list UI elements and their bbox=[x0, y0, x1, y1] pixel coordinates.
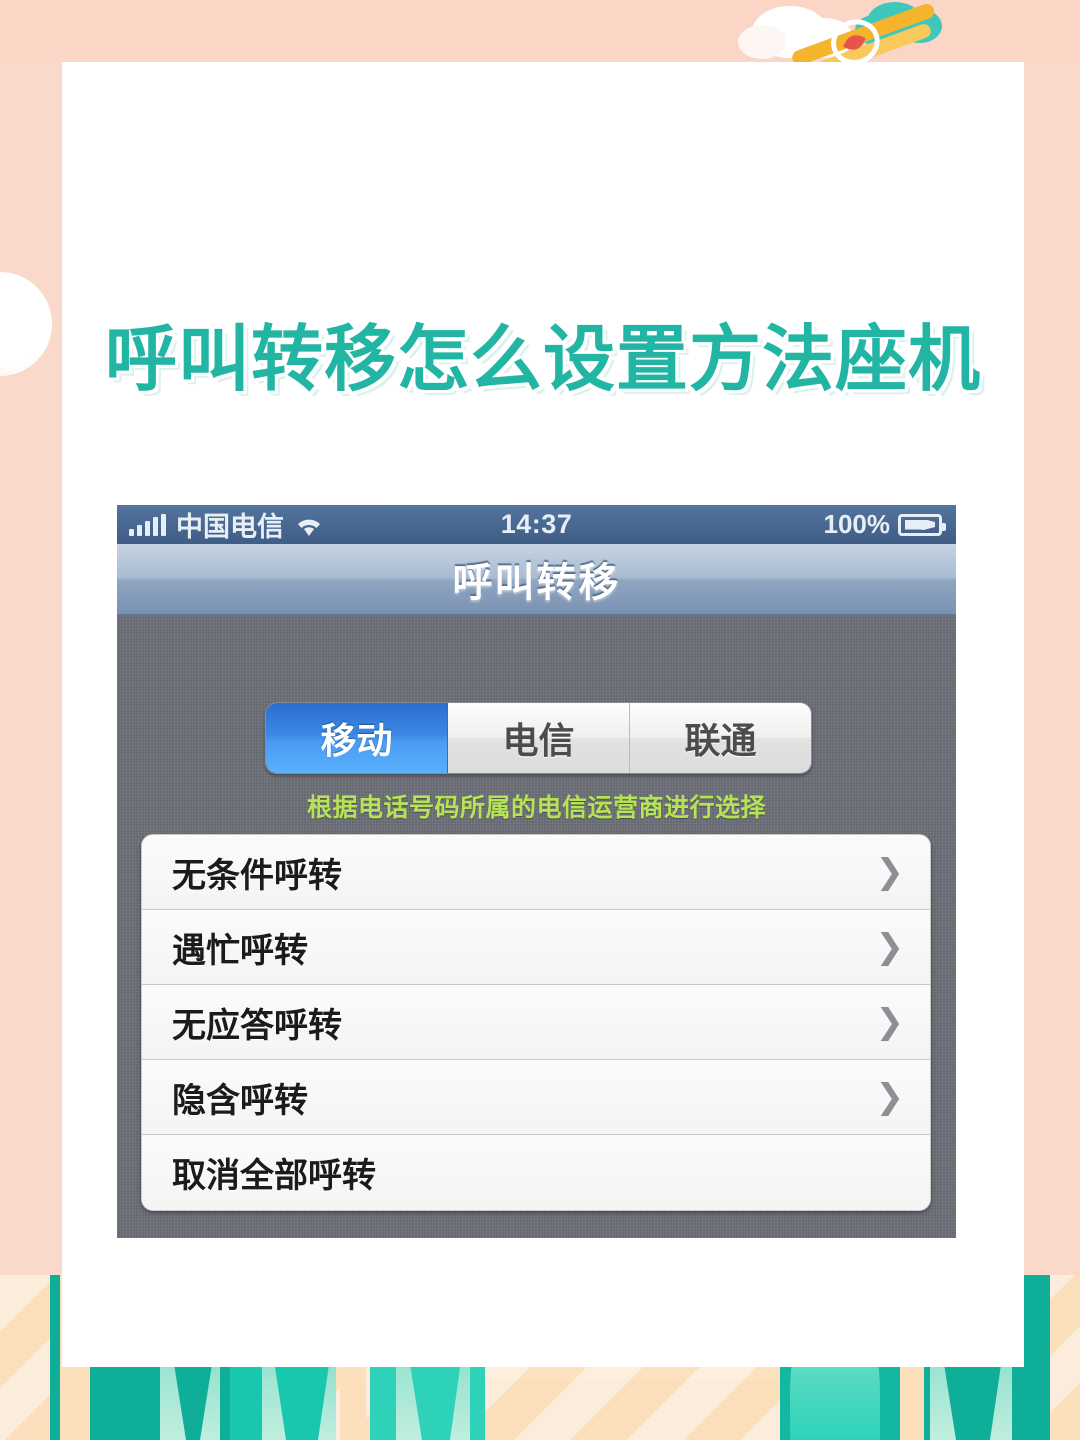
page-title: 呼叫转移怎么设置方法座机 bbox=[104, 320, 981, 400]
list-item-label: 无条件呼转 bbox=[172, 856, 342, 895]
circle-shape bbox=[0, 272, 52, 376]
list-item-label: 无应答呼转 bbox=[172, 1006, 342, 1045]
list-item[interactable]: 遇忙呼转 ❯ bbox=[142, 910, 930, 985]
list-item-label: 隐含呼转 bbox=[172, 1081, 308, 1120]
list-item[interactable]: 隐含呼转 ❯ bbox=[142, 1060, 930, 1135]
grass-blades bbox=[0, 1275, 1080, 1440]
battery-charging-icon bbox=[898, 513, 946, 536]
list-item-label: 取消全部呼转 bbox=[172, 1157, 376, 1195]
battery-percent-label: 100% bbox=[823, 509, 891, 539]
list-item[interactable]: 取消全部呼转 ❯ bbox=[142, 1135, 930, 1210]
chevron-right-icon: ❯ bbox=[875, 1003, 905, 1041]
segment-liantong[interactable]: 联通 bbox=[630, 703, 811, 773]
app-body: 移动 电信 联通 根据电话号码所属的电信运营商进行选择 无条件呼转 ❯ 遇忙呼转… bbox=[117, 616, 956, 1238]
chevron-right-icon: ❯ bbox=[875, 1078, 905, 1116]
chevron-right-icon: ❯ bbox=[875, 928, 905, 966]
list-item[interactable]: 无应答呼转 ❯ bbox=[142, 985, 930, 1060]
segment-hint-text: 根据电话号码所属的电信运营商进行选择 bbox=[306, 794, 766, 822]
list-item[interactable]: 无条件呼转 ❯ bbox=[142, 835, 930, 910]
list-item-label: 遇忙呼转 bbox=[172, 931, 308, 970]
phone-screenshot: 中国电信 14:37 100% 呼叫转移 移动 电信 联通 根据电话号码所属的电… bbox=[117, 505, 956, 1238]
carrier-segmented-control[interactable]: 移动 电信 联通 bbox=[265, 702, 812, 774]
chevron-right-icon: ❯ bbox=[875, 853, 905, 891]
segment-dianxin[interactable]: 电信 bbox=[448, 703, 630, 773]
nav-title: 呼叫转移 bbox=[452, 561, 621, 605]
segment-yidong[interactable]: 移动 bbox=[266, 703, 448, 773]
forwarding-options-list: 无条件呼转 ❯ 遇忙呼转 ❯ 无应答呼转 ❯ 隐含呼转 ❯ 取消全部呼转 ❯ bbox=[141, 834, 931, 1211]
page-root: 呼叫转移怎么设置方法座机 中国电信 14:37 100% 呼叫转移 移动 电信 … bbox=[0, 0, 1080, 1440]
nav-bar: 呼叫转移 bbox=[117, 544, 956, 616]
status-bar: 中国电信 14:37 100% bbox=[117, 505, 956, 544]
